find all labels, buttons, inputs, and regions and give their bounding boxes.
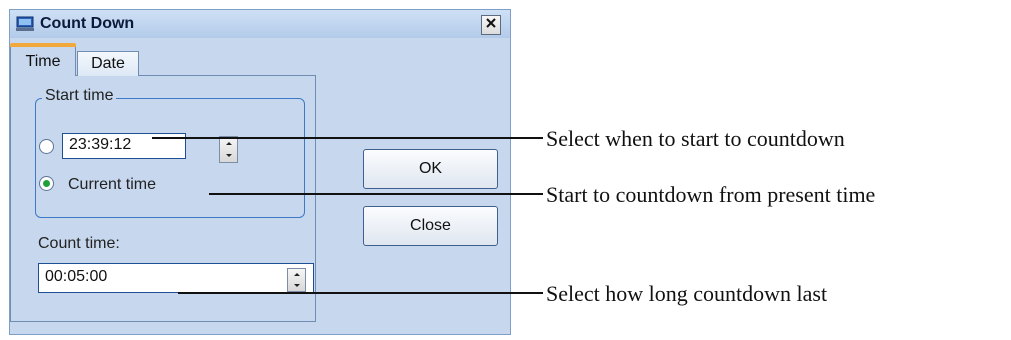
start-time-spinner[interactable]	[219, 136, 238, 163]
callout-line	[209, 193, 543, 195]
spin-up-icon	[225, 141, 232, 145]
title-bar[interactable]: Count Down	[10, 10, 510, 38]
tab-time[interactable]: Time	[10, 43, 76, 76]
ok-button[interactable]: OK	[363, 149, 498, 189]
current-time-label: Current time	[68, 176, 157, 193]
count-time-label: Count time:	[38, 235, 120, 252]
count-time-input[interactable]: 00:05:00	[38, 263, 314, 293]
spin-up-icon	[293, 273, 300, 276]
current-time-radio[interactable]	[39, 176, 54, 191]
callout-count-time: Select how long countdown last	[546, 281, 828, 306]
start-time-radio[interactable]	[39, 139, 54, 154]
spin-down-icon	[225, 154, 232, 158]
callout-start-time: Select when to start to countdown	[546, 126, 845, 151]
start-time-legend: Start time	[42, 87, 117, 105]
callout-line	[152, 137, 543, 139]
computer-icon	[16, 16, 36, 32]
callout-current-time: Start to countdown from present time	[546, 182, 876, 207]
window-title: Count Down	[40, 15, 135, 32]
tab-date[interactable]: Date	[77, 51, 139, 76]
callout-line	[178, 292, 543, 294]
close-button[interactable]: Close	[363, 206, 498, 246]
close-window-button[interactable]	[481, 15, 501, 35]
count-time-spinner[interactable]	[287, 268, 306, 292]
ok-button-label: OK	[418, 160, 443, 177]
close-icon	[485, 16, 497, 34]
spin-down-icon	[293, 284, 300, 287]
close-button-label: Close	[410, 217, 451, 234]
